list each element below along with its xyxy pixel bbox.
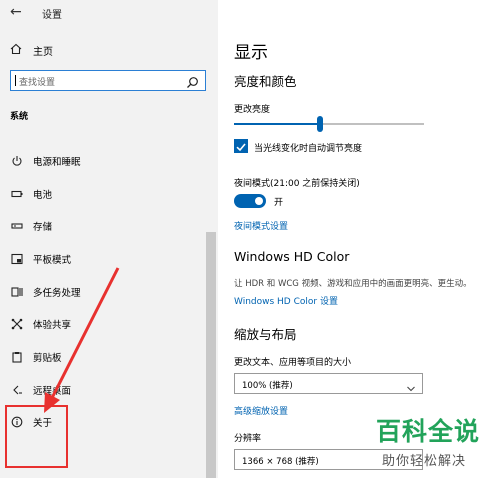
section-title-hd-color: Windows HD Color: [234, 249, 350, 264]
resolution-label: 分辨率: [234, 434, 262, 444]
brightness-slider-thumb[interactable]: [317, 116, 323, 132]
hd-color-settings-link[interactable]: Windows HD Color 设置: [234, 294, 338, 307]
display-settings-panel: 显示 亮度和颜色 更改亮度 当光线变化时自动调节亮度 夜间模式(21:00 之前…: [218, 0, 500, 478]
watermark-title: 百科全说: [376, 417, 481, 446]
watermark-logo: 百科全说 助你轻松解决: [372, 412, 500, 478]
auto-brightness-label: 当光线变化时自动调节亮度: [254, 144, 363, 154]
advanced-scaling-link[interactable]: 高级缩放设置: [234, 404, 288, 417]
checkmark-icon: [236, 143, 246, 152]
auto-brightness-checkbox[interactable]: [234, 139, 248, 153]
scale-dropdown[interactable]: 100% (推荐): [234, 373, 423, 394]
watermark-subtitle: 助你轻松解决: [382, 454, 467, 469]
brightness-slider-fill: [234, 123, 320, 125]
toggle-knob: [255, 197, 263, 205]
night-mode-settings-link[interactable]: 夜间模式设置: [234, 219, 288, 232]
night-mode-label: 夜间模式(21:00 之前保持关闭): [234, 179, 360, 189]
night-mode-state: 开: [274, 198, 284, 208]
annotation-arrow-icon: [44, 267, 120, 413]
resolution-dropdown-value: 1366 × 768 (推荐): [242, 457, 319, 467]
section-title-brightness-color: 亮度和颜色: [234, 74, 297, 89]
page-title: 显示: [234, 43, 268, 63]
night-mode-toggle[interactable]: [234, 194, 266, 208]
chevron-down-icon: [406, 379, 416, 398]
section-title-scale-layout: 缩放与布局: [234, 327, 297, 342]
scale-dropdown-value: 100% (推荐): [242, 381, 293, 391]
hd-color-description: 让 HDR 和 WCG 视频、游戏和应用中的画面更明亮、更生动。: [234, 279, 472, 289]
scale-label: 更改文本、应用等项目的大小: [234, 358, 352, 368]
brightness-label: 更改亮度: [234, 105, 271, 115]
brightness-slider[interactable]: [234, 116, 424, 132]
